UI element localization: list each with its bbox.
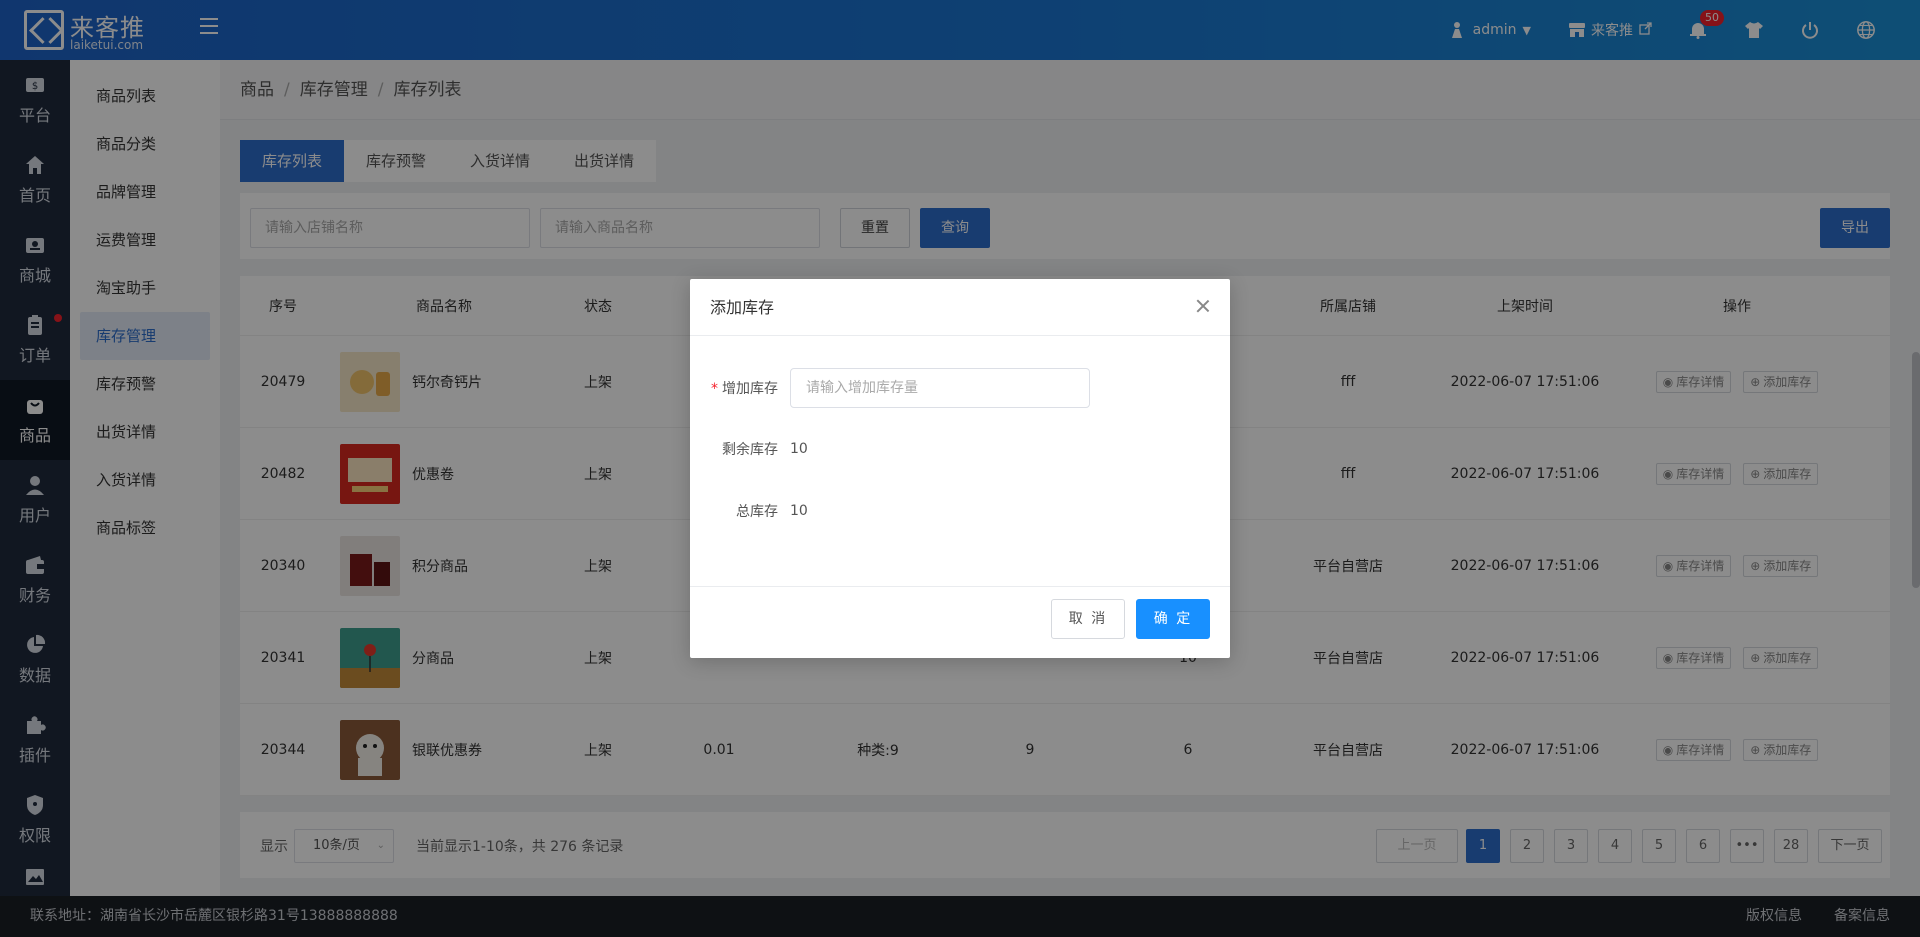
add-stock-dialog: 添加库存 * 增加库存 请输入增加库存量 剩余库存 10 总库存 10 取 消 确… — [690, 279, 1230, 658]
remain-stock-row: 剩余库存 10 — [690, 439, 1230, 459]
dialog-footer: 取 消 确 定 — [690, 586, 1230, 658]
add-stock-label: * 增加库存 — [690, 378, 790, 398]
add-stock-label-text: 增加库存 — [722, 381, 778, 397]
remain-stock-value: 10 — [790, 441, 808, 457]
confirm-button[interactable]: 确 定 — [1136, 599, 1210, 639]
total-stock-label: 总库存 — [736, 504, 778, 520]
add-stock-row: * 增加库存 请输入增加库存量 — [690, 368, 1230, 408]
total-stock-row: 总库存 10 — [690, 501, 1230, 521]
dialog-header: 添加库存 — [690, 279, 1230, 336]
required-mark: * — [711, 381, 718, 397]
close-icon[interactable] — [1196, 299, 1210, 313]
remain-stock-label: 剩余库存 — [722, 442, 778, 458]
total-stock-value: 10 — [790, 503, 808, 519]
add-stock-input[interactable]: 请输入增加库存量 — [790, 368, 1090, 408]
cancel-button[interactable]: 取 消 — [1051, 599, 1125, 639]
dialog-title: 添加库存 — [710, 298, 775, 317]
